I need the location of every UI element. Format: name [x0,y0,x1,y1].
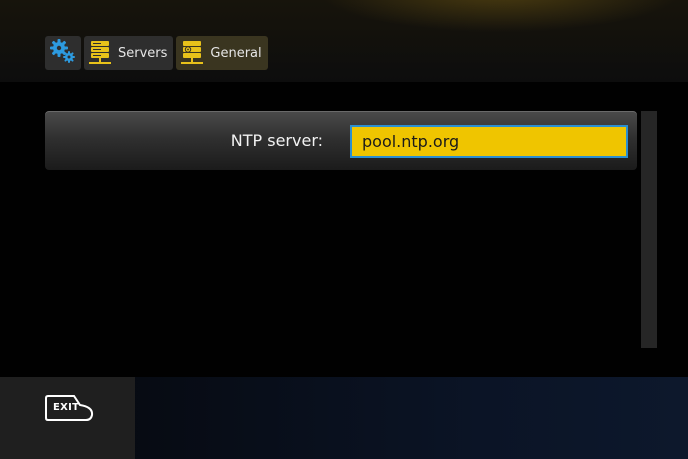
top-bar: Servers General [0,0,688,82]
scrollbar[interactable] [641,111,657,348]
breadcrumb: Servers General [45,36,268,70]
exit-button[interactable]: EXIT [45,395,94,421]
bottom-bar: EXIT [0,377,688,459]
breadcrumb-general-label: General [210,45,262,61]
gears-icon [48,37,78,69]
breadcrumb-general[interactable]: General [176,36,268,70]
ntp-server-label: NTP server: [230,131,323,150]
breadcrumb-settings[interactable] [45,36,81,70]
exit-label: EXIT [53,402,80,413]
exit-panel: EXIT [0,377,135,459]
ntp-server-input[interactable] [350,125,628,158]
breadcrumb-servers[interactable]: Servers [84,36,174,70]
breadcrumb-servers-label: Servers [118,45,168,61]
server-stack-icon [88,40,112,66]
server-settings-icon [180,40,204,66]
ntp-server-row[interactable]: NTP server: [45,111,637,170]
screen: Servers General NTP server: pool.ntp.org… [0,0,688,459]
main-content: NTP server: [0,82,688,377]
